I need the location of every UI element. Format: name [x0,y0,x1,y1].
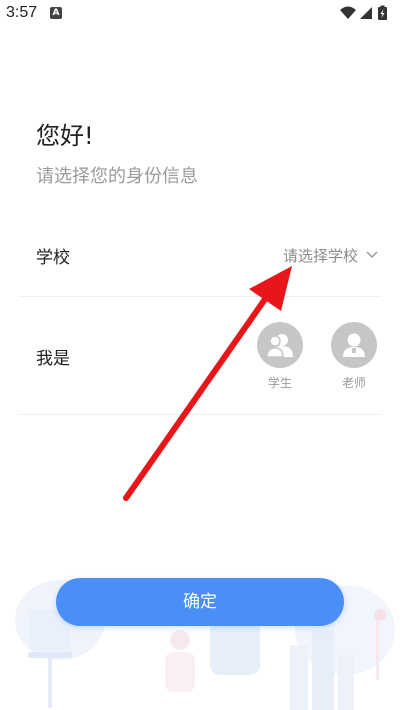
greeting-title: 您好! [36,122,94,150]
confirm-button[interactable]: 确定 [56,578,344,626]
role-teacher-label: 老师 [341,376,366,390]
identity-row: 我是 学生 老师 [18,296,382,415]
identity-label: 我是 [36,349,70,369]
greeting-subtitle: 请选择您的身份信息 [36,166,198,187]
school-row: 学校 请选择学校 [18,216,382,297]
role-student-label: 学生 [267,376,292,390]
battery-charging-icon [378,5,387,20]
teacher-icon [331,322,377,368]
school-placeholder: 请选择学校 [282,246,358,265]
signal-icon [360,7,372,19]
student-icon [257,322,303,368]
status-bar: 3:57 A [0,0,400,28]
school-selector[interactable]: 请选择学校 [283,244,378,266]
a-icon: A [50,7,62,19]
school-label: 学校 [36,248,70,268]
wifi-icon [340,6,356,19]
status-icons [340,5,387,20]
screen: 3:57 A 您好! 请选择您的身份信息 学校 请选择学校 我是 学生 老师 确… [0,0,400,710]
role-student-button[interactable]: 学生 [256,322,304,391]
status-time: 3:57 [6,4,38,21]
role-teacher-button[interactable]: 老师 [330,322,378,391]
chevron-down-icon [366,251,378,259]
